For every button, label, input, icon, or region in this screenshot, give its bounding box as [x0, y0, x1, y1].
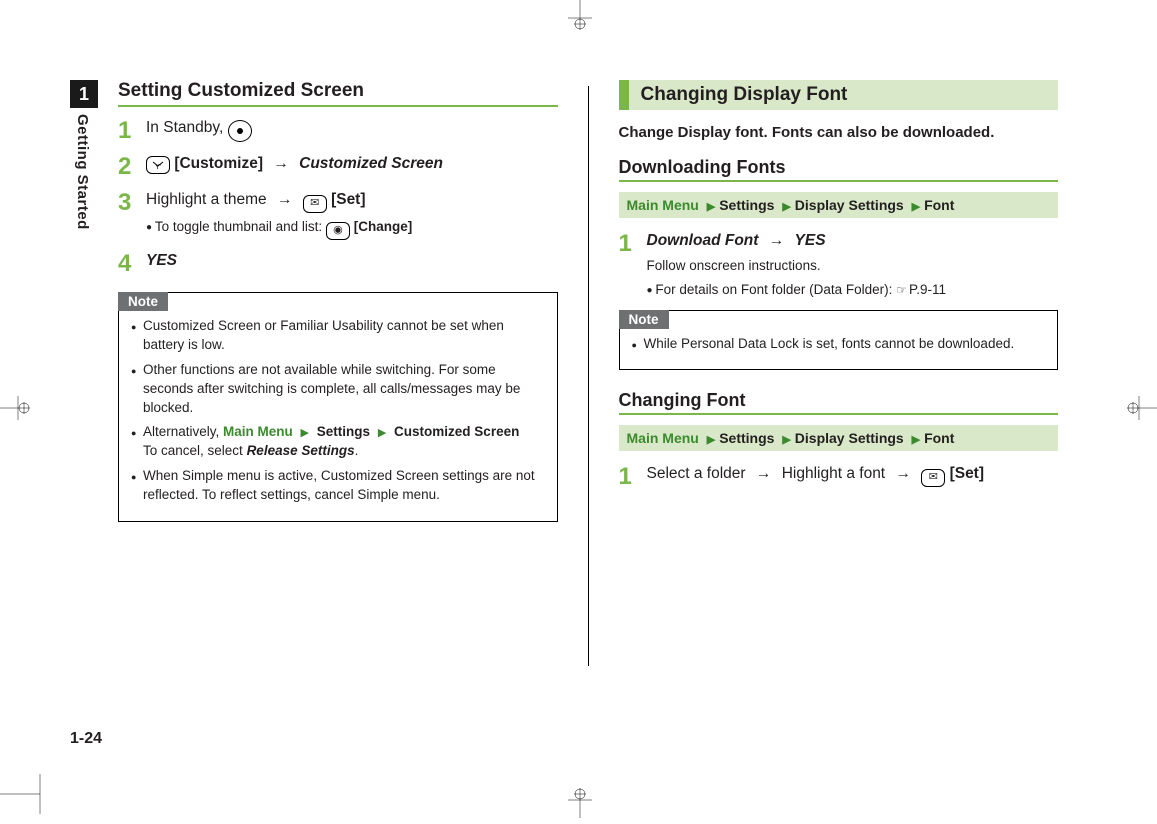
crop-mark-corner: [0, 774, 50, 824]
note-item: Alternatively, Main Menu ▶ Settings ▶ Cu…: [131, 423, 547, 461]
step-text: Highlight a font: [782, 465, 890, 482]
subhead-changing: Changing Font: [619, 390, 1059, 415]
arrow-icon: →: [756, 465, 772, 482]
y-key-icon: Y': [146, 156, 170, 174]
camera-key-icon: ◉: [326, 222, 350, 240]
mail-key-icon: ✉: [303, 195, 327, 213]
step-number: 3: [118, 189, 146, 215]
column-divider: [588, 86, 589, 666]
crop-mark-bottom: [560, 788, 600, 818]
note-title: Note: [619, 310, 669, 329]
arrow-icon: →: [273, 155, 289, 172]
step-1: 1 In Standby,: [118, 117, 558, 143]
step-number: 1: [118, 117, 146, 143]
sub-text: Follow onscreen instructions.: [647, 256, 947, 276]
step-text: Highlight a theme: [146, 191, 271, 208]
left-heading: Setting Customized Screen: [118, 80, 558, 107]
arrow-icon: →: [769, 232, 785, 249]
yes-label: YES: [146, 250, 177, 272]
crop-mark-right: [1127, 388, 1157, 428]
note-box-left: Note Customized Screen or Familiar Usabi…: [118, 292, 558, 522]
mail-key-icon: ✉: [921, 469, 945, 487]
note-title: Note: [118, 292, 168, 311]
pointer-icon: ☞: [896, 282, 907, 299]
step-4: 4 YES: [118, 250, 558, 276]
note-item: Other functions are not available while …: [131, 361, 547, 418]
page-ref: P.9-11: [909, 282, 946, 297]
change-label: [Change]: [354, 219, 413, 234]
menu-path: Main Menu ▶Settings ▶Display Settings ▶F…: [619, 425, 1059, 451]
customize-label: [Customize]: [174, 155, 263, 172]
sub-text: For details on Font folder (Data Folder)…: [655, 282, 896, 297]
note-box-right: Note While Personal Data Lock is set, fo…: [619, 310, 1059, 371]
side-tab: 1 Getting Started: [70, 80, 98, 230]
right-heading-bar: Changing Display Font: [619, 80, 1059, 110]
arrow-icon: →: [895, 465, 911, 482]
arrow-icon: →: [277, 191, 293, 208]
right-column: Changing Display Font Change Display fon…: [619, 80, 1059, 666]
step-2: 2 Y' [Customize] → Customized Screen: [118, 153, 558, 179]
customized-screen-label: Customized Screen: [299, 155, 443, 172]
yes-label: YES: [795, 232, 826, 249]
note-item: When Simple menu is active, Customized S…: [131, 467, 547, 505]
dl-step-1: 1 Download Font → YES Follow onscreen in…: [619, 230, 1059, 300]
set-label: [Set]: [950, 465, 984, 482]
menu-path: Main Menu ▶Settings ▶Display Settings ▶F…: [619, 192, 1059, 218]
set-label: [Set]: [331, 191, 365, 208]
subhead-downloading: Downloading Fonts: [619, 157, 1059, 182]
right-heading: Changing Display Font: [629, 80, 1059, 110]
step-number: 1: [619, 230, 647, 256]
page-number: 1-24: [70, 730, 102, 748]
download-font-label: Download Font: [647, 232, 759, 249]
step-text: In Standby,: [146, 119, 228, 136]
step-number: 4: [118, 250, 146, 276]
step-number: 1: [619, 463, 647, 489]
chapter-label: Getting Started: [74, 114, 91, 230]
note-item: Customized Screen or Familiar Usability …: [131, 317, 547, 355]
svg-text:Y': Y': [155, 164, 161, 170]
cf-step-1: 1 Select a folder → Highlight a font → ✉…: [619, 463, 1059, 489]
crop-mark-top: [560, 0, 600, 30]
note-item: While Personal Data Lock is set, fonts c…: [632, 335, 1048, 354]
sub-text: To toggle thumbnail and list:: [155, 219, 326, 234]
crop-mark-left: [0, 388, 30, 428]
left-column: Setting Customized Screen 1 In Standby, …: [118, 80, 558, 666]
step-number: 2: [118, 153, 146, 179]
step-3: 3 Highlight a theme → ✉ [Set] To toggle …: [118, 189, 558, 240]
center-key-icon: [228, 120, 252, 142]
step-text: Select a folder: [647, 465, 750, 482]
intro-text: Change Display font. Fonts can also be d…: [619, 124, 1059, 141]
chapter-number: 1: [70, 80, 98, 108]
